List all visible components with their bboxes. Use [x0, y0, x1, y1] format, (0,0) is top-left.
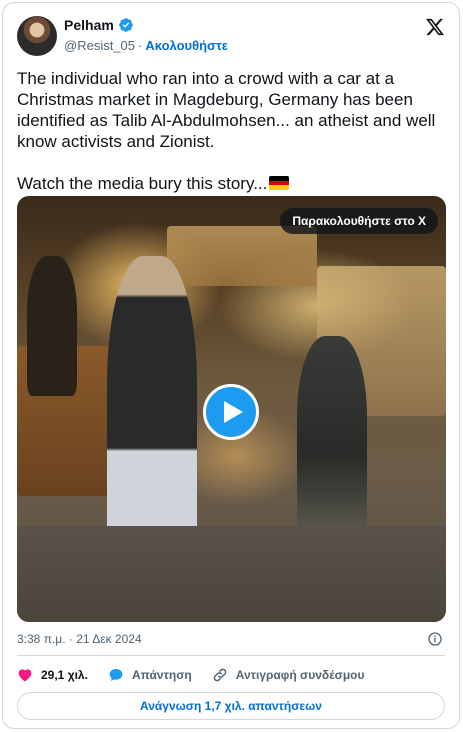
- follow-button[interactable]: Ακολουθήστε: [145, 38, 228, 53]
- info-icon[interactable]: [427, 631, 443, 647]
- author-handle[interactable]: @Resist_05: [64, 38, 135, 53]
- germany-flag-icon: [269, 176, 290, 190]
- read-replies-button[interactable]: Ανάγνωση 1,7 χιλ. απαντήσεων: [17, 692, 445, 720]
- person-figure-2: [297, 336, 367, 536]
- avatar[interactable]: [17, 16, 57, 56]
- action-bar: 29,1 χιλ. Απάντηση Αντιγραφή συνδέσμου: [17, 664, 384, 686]
- tweet-card: Pelham @Resist_05 · Ακολουθήστε The indi…: [2, 2, 460, 729]
- play-button[interactable]: [203, 384, 259, 440]
- heart-icon: [18, 669, 32, 682]
- tweet-text: The individual who ran into a crowd with…: [17, 68, 437, 194]
- divider: [17, 655, 445, 656]
- play-icon: [224, 401, 243, 423]
- like-button[interactable]: 29,1 χιλ.: [17, 667, 88, 683]
- copy-link-button[interactable]: Αντιγραφή συνδέσμου: [212, 667, 365, 683]
- author-name-row: Pelham: [64, 17, 134, 33]
- author-handle-row: @Resist_05 · Ακολουθήστε: [64, 38, 228, 53]
- author-name[interactable]: Pelham: [64, 17, 114, 33]
- watch-on-x-button[interactable]: Παρακολουθήστε στο X: [280, 208, 438, 234]
- separator-dot: ·: [138, 38, 143, 53]
- video-player[interactable]: Παρακολουθήστε στο X: [17, 196, 446, 622]
- link-icon: [213, 668, 227, 682]
- person-figure-3: [27, 256, 77, 396]
- tweet-text-paragraph-2: Watch the media bury this story...: [17, 174, 268, 193]
- market-stall-roof: [167, 226, 317, 286]
- verified-badge-icon: [118, 18, 133, 32]
- reply-bubble-icon: [109, 669, 123, 681]
- tweet-timestamp[interactable]: 3:38 π.μ. · 21 Δεκ 2024: [17, 632, 142, 646]
- like-count: 29,1 χιλ.: [41, 668, 88, 682]
- copy-link-label: Αντιγραφή συνδέσμου: [235, 668, 365, 682]
- reply-label: Απάντηση: [131, 668, 192, 682]
- tweet-text-paragraph-1: The individual who ran into a crowd with…: [17, 69, 441, 151]
- ground: [17, 526, 446, 622]
- reply-button[interactable]: Απάντηση: [108, 667, 192, 683]
- x-logo-icon[interactable]: [425, 17, 445, 37]
